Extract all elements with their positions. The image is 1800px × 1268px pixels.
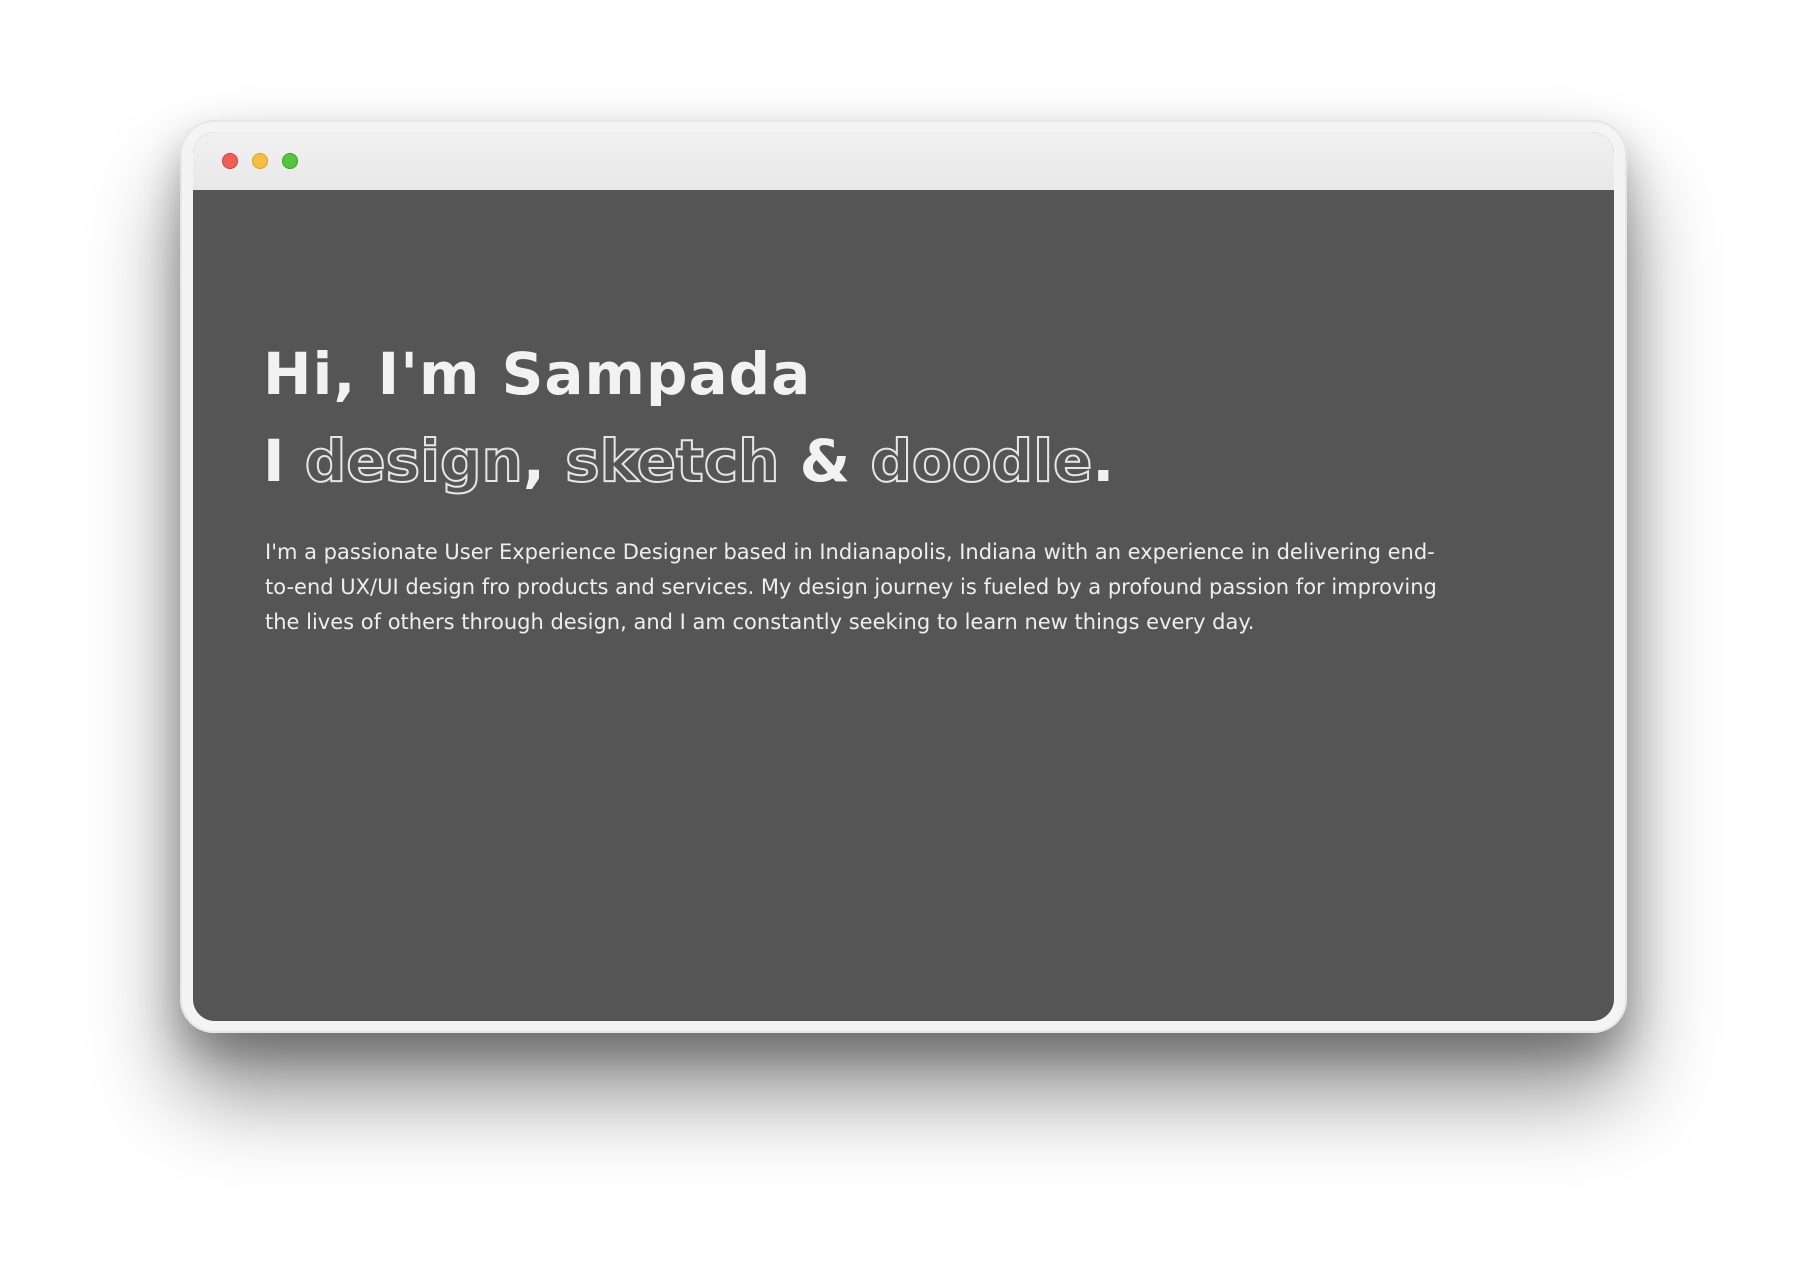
minimize-button[interactable] xyxy=(252,153,268,169)
tagline-prefix: I xyxy=(263,427,305,495)
title-bar xyxy=(193,132,1614,191)
maximize-button[interactable] xyxy=(282,153,298,169)
tagline-word-design: design xyxy=(304,426,524,496)
browser-window: Hi, I'm Sampada I design, sketch & doodl… xyxy=(180,120,1627,1033)
tagline-period: . xyxy=(1092,427,1115,495)
window-frame: Hi, I'm Sampada I design, sketch & doodl… xyxy=(193,132,1614,1021)
tagline-ampersand: & xyxy=(779,427,871,495)
tagline-word-sketch: sketch xyxy=(564,426,780,496)
hero-bio: I'm a passionate User Experience Designe… xyxy=(265,540,1437,634)
tagline-comma: , xyxy=(522,427,566,495)
hero-greeting: Hi, I'm Sampada xyxy=(263,340,812,408)
tagline-word-doodle: doodle xyxy=(869,426,1093,496)
close-button[interactable] xyxy=(222,153,238,169)
page-content: Hi, I'm Sampada I design, sketch & doodl… xyxy=(193,190,1614,1021)
hero-tagline: I design, sketch & doodle. xyxy=(263,426,1115,496)
stage: Hi, I'm Sampada I design, sketch & doodl… xyxy=(0,0,1800,1268)
